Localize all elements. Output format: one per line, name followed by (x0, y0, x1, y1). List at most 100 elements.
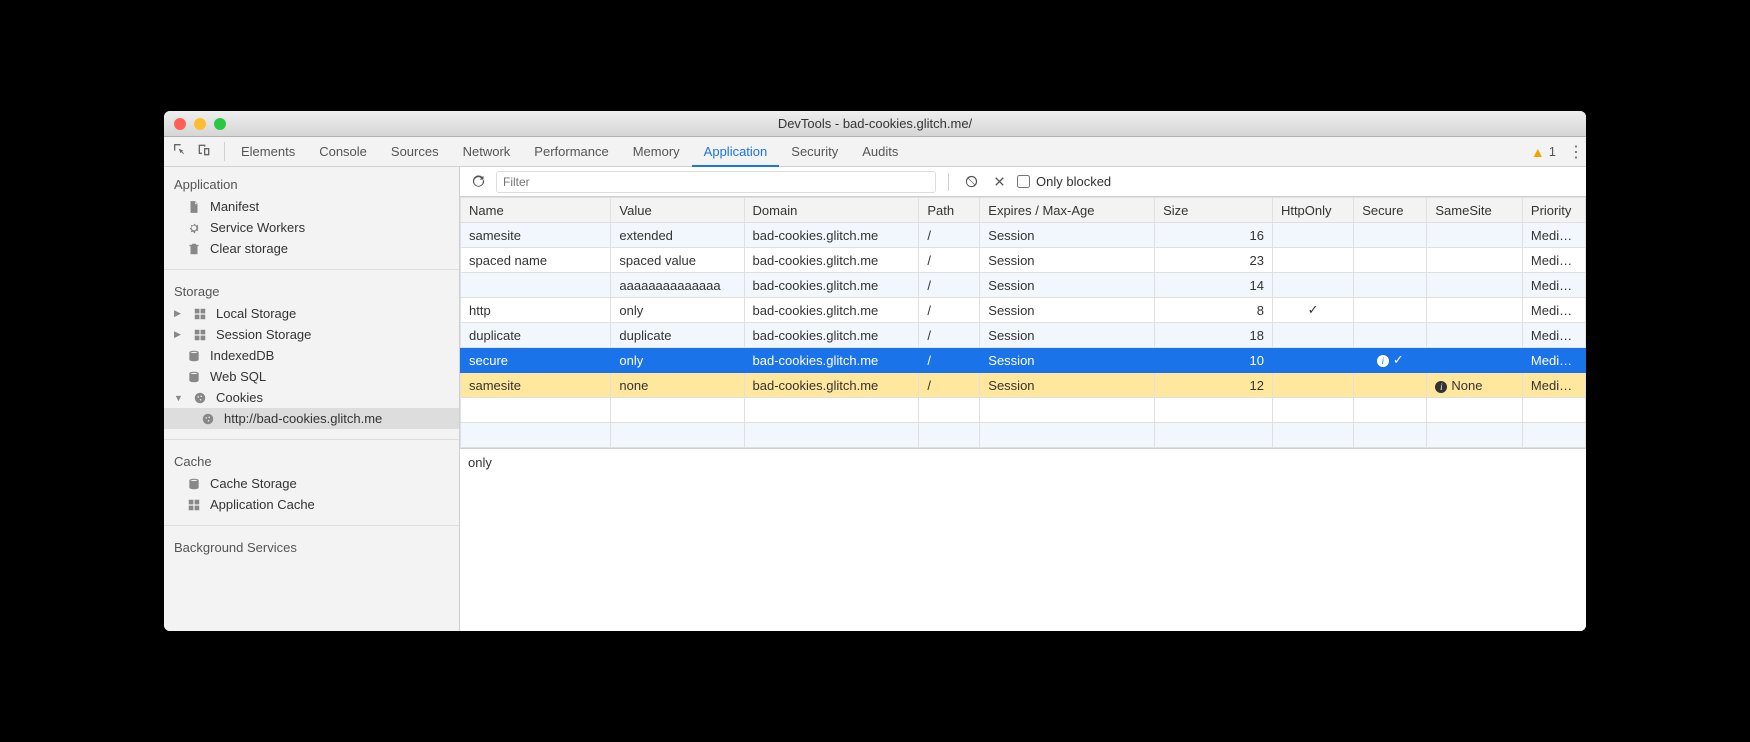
table-row[interactable]: duplicateduplicatebad-cookies.glitch.me/… (461, 323, 1586, 348)
cell (1155, 398, 1273, 423)
cell: 8 (1155, 298, 1273, 323)
sidebar-item-label: Application Cache (210, 497, 315, 512)
cell: Medium (1522, 248, 1585, 273)
column-header[interactable]: Secure (1354, 198, 1427, 223)
sidebar-item-web-sql[interactable]: Web SQL (164, 366, 459, 387)
zoom-window-button[interactable] (214, 118, 226, 130)
table-row[interactable]: secureonlybad-cookies.glitch.me/Session1… (461, 348, 1586, 373)
titlebar: DevTools - bad-cookies.glitch.me/ (164, 111, 1586, 137)
cell (611, 423, 744, 448)
tab-sources[interactable]: Sources (379, 137, 451, 167)
only-blocked-checkbox[interactable] (1017, 175, 1030, 188)
table-row[interactable]: httponlybad-cookies.glitch.me/Session8✓M… (461, 298, 1586, 323)
cell: i✓ (1354, 348, 1427, 373)
more-options-icon[interactable]: ⋮ (1562, 142, 1578, 162)
only-blocked-toggle[interactable]: Only blocked (1017, 174, 1111, 189)
cell (1272, 273, 1353, 298)
tab-performance[interactable]: Performance (522, 137, 620, 167)
chevron-down-icon: ▼ (174, 393, 184, 403)
cell: bad-cookies.glitch.me (744, 323, 919, 348)
cell: Medium (1522, 223, 1585, 248)
cell: / (919, 348, 980, 373)
refresh-icon[interactable] (468, 172, 488, 192)
column-header[interactable]: Value (611, 198, 744, 223)
cell (1272, 248, 1353, 273)
cell (1272, 223, 1353, 248)
sidebar-item-local-storage[interactable]: ▶Local Storage (164, 303, 459, 324)
sidebar-item-manifest[interactable]: Manifest (164, 196, 459, 217)
info-icon: i (1377, 355, 1389, 367)
cell (1427, 223, 1523, 248)
filter-input[interactable] (496, 171, 936, 193)
table-row[interactable]: samesitenonebad-cookies.glitch.me/Sessio… (461, 373, 1586, 398)
db-icon (186, 370, 202, 384)
close-window-button[interactable] (174, 118, 186, 130)
column-header[interactable]: HttpOnly (1272, 198, 1353, 223)
tab-memory[interactable]: Memory (621, 137, 692, 167)
chevron-right-icon: ▶ (174, 308, 184, 319)
tab-application[interactable]: Application (692, 137, 780, 167)
table-row[interactable]: spaced namespaced valuebad-cookies.glitc… (461, 248, 1586, 273)
cell: aaaaaaaaaaaaaa (611, 273, 744, 298)
tab-console[interactable]: Console (307, 137, 379, 167)
tab-security[interactable]: Security (779, 137, 850, 167)
column-header[interactable]: SameSite (1427, 198, 1523, 223)
cell: 16 (1155, 223, 1273, 248)
column-header[interactable]: Priority (1522, 198, 1585, 223)
column-header[interactable]: Expires / Max-Age (980, 198, 1155, 223)
grid-icon (192, 307, 208, 321)
cell (1427, 423, 1523, 448)
column-header[interactable]: Name (461, 198, 611, 223)
cell (1427, 348, 1523, 373)
table-row[interactable]: aaaaaaaaaaaaaabad-cookies.glitch.me/Sess… (461, 273, 1586, 298)
cookie-icon (200, 412, 216, 426)
cell: / (919, 298, 980, 323)
sidebar-item-indexeddb[interactable]: IndexedDB (164, 345, 459, 366)
sidebar-item-label: Service Workers (210, 220, 305, 235)
warning-icon: ▲ (1531, 144, 1545, 160)
cell (461, 273, 611, 298)
tab-elements[interactable]: Elements (229, 137, 307, 167)
sidebar-item-label: Web SQL (210, 369, 266, 384)
minimize-window-button[interactable] (194, 118, 206, 130)
cookie-detail: only (460, 449, 1586, 631)
column-header[interactable]: Domain (744, 198, 919, 223)
warning-count: 1 (1549, 144, 1556, 159)
delete-icon[interactable] (989, 172, 1009, 192)
sidebar-item-service-workers[interactable]: Service Workers (164, 217, 459, 238)
cell: bad-cookies.glitch.me (744, 223, 919, 248)
db-icon (186, 477, 202, 491)
grid-icon (192, 328, 208, 342)
cell: Session (980, 348, 1155, 373)
table-row[interactable]: samesiteextendedbad-cookies.glitch.me/Se… (461, 223, 1586, 248)
sidebar-item-session-storage[interactable]: ▶Session Storage (164, 324, 459, 345)
clear-all-icon[interactable] (961, 172, 981, 192)
sidebar-item-clear-storage[interactable]: Clear storage (164, 238, 459, 259)
cell (1427, 248, 1523, 273)
sidebar-item-cookie-origin[interactable]: http://bad-cookies.glitch.me (164, 408, 459, 429)
cell (1354, 323, 1427, 348)
cell (1354, 248, 1427, 273)
cell (980, 398, 1155, 423)
cell (1155, 423, 1273, 448)
inspect-icon[interactable] (172, 142, 188, 161)
window-title: DevTools - bad-cookies.glitch.me/ (164, 116, 1586, 131)
cell: spaced name (461, 248, 611, 273)
tab-network[interactable]: Network (451, 137, 523, 167)
cell (461, 423, 611, 448)
sidebar-item-cookies[interactable]: ▼Cookies (164, 387, 459, 408)
sidebar-item-label: http://bad-cookies.glitch.me (224, 411, 382, 426)
sidebar-item-cache-storage[interactable]: Cache Storage (164, 473, 459, 494)
device-toggle-icon[interactable] (196, 142, 212, 161)
cell (1272, 323, 1353, 348)
cell (744, 398, 919, 423)
column-header[interactable]: Path (919, 198, 980, 223)
devtools-window: DevTools - bad-cookies.glitch.me/ Elemen… (164, 111, 1586, 631)
tab-audits[interactable]: Audits (850, 137, 910, 167)
sidebar-item-application-cache[interactable]: Application Cache (164, 494, 459, 515)
db-icon (186, 349, 202, 363)
cell (1354, 398, 1427, 423)
warning-badge[interactable]: ▲ 1 (1531, 144, 1556, 160)
column-header[interactable]: Size (1155, 198, 1273, 223)
cell (919, 398, 980, 423)
